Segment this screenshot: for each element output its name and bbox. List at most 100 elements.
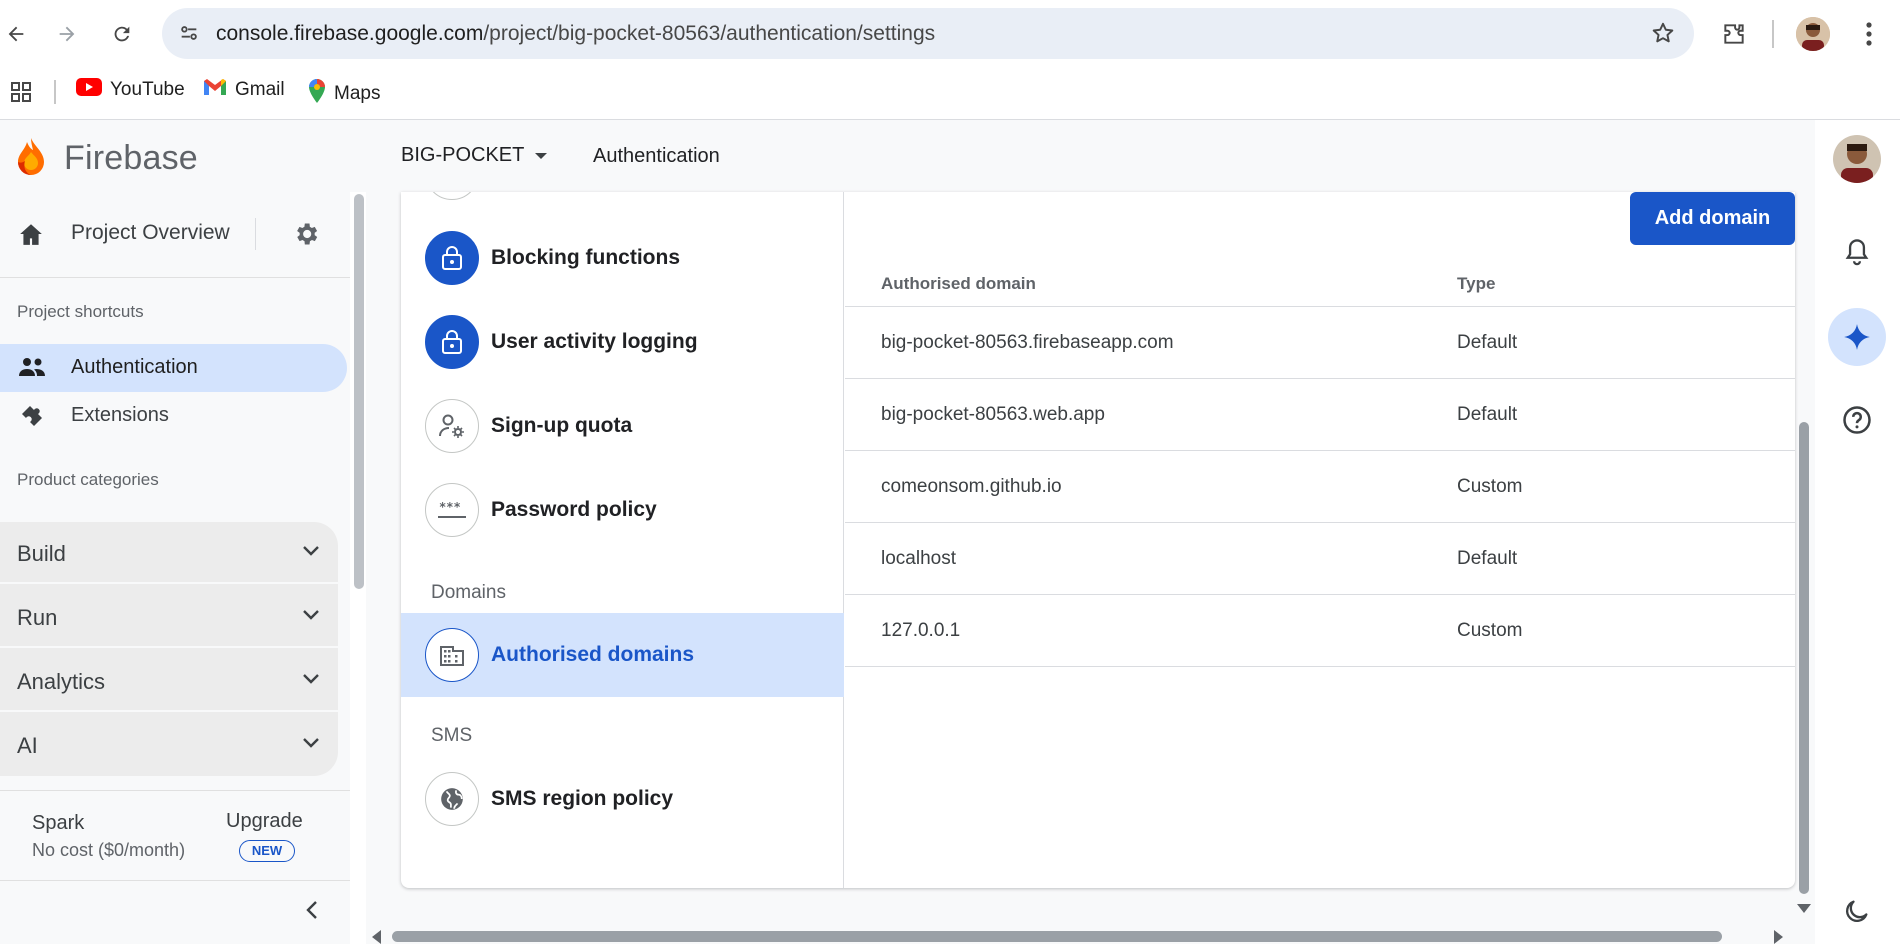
project-name: BIG-POCKET [401,144,525,166]
gear-icon[interactable] [292,220,320,253]
profile-avatar[interactable] [1796,17,1830,51]
bookmark-label: Gmail [235,79,285,100]
table-bottom-border [845,666,1795,667]
extensions-icon [18,404,46,437]
project-overview-link[interactable]: Project Overview [71,221,230,245]
category-ai[interactable]: AI [0,714,338,776]
sidebar-item-label: Extensions [71,404,169,426]
nav-item-label: Password policy [491,498,657,521]
account-avatar[interactable] [1833,135,1881,183]
dark-mode-moon-icon[interactable] [1828,882,1886,940]
category-run[interactable]: Run [0,586,338,648]
product-categories: Build Run Analytics AI [0,522,338,776]
nav-item-label: SMS region policy [491,787,674,810]
category-label: Analytics [17,669,106,694]
chevron-down-icon [302,736,320,754]
table-row[interactable]: localhost Default [845,522,1795,594]
scroll-right-arrow[interactable] [1774,930,1783,944]
bell-icon[interactable] [1828,223,1886,281]
type-cell: Default [1457,332,1518,353]
youtube-icon [76,78,102,102]
chevron-down-icon [302,544,320,562]
type-cell: Default [1457,548,1518,569]
lock-icon [425,231,479,285]
table-row[interactable]: big-pocket-80563.firebaseapp.com Default [845,306,1795,378]
horizontal-scrollbar-thumb[interactable] [392,931,1722,942]
right-rail [1815,120,1900,944]
sidebar: Project Overview Project shortcuts Authe… [0,192,350,944]
nav-item-sms-region-policy[interactable]: SMS region policy [401,757,844,841]
main-scrollbar-thumb[interactable] [1799,422,1809,894]
overview-divider [255,218,256,250]
category-label: Run [17,605,58,630]
site-info-icon[interactable] [176,20,202,46]
globe-icon [425,772,479,826]
nav-item-label: Sign-up quota [491,414,633,437]
bookmarks-bar: YouTube Gmail Maps [0,68,1900,120]
horizontal-scrollbar[interactable] [366,926,1797,944]
extensions-puzzle-icon[interactable] [1716,16,1752,52]
category-build[interactable]: Build [0,522,338,584]
toolbar-divider [1772,20,1774,48]
sidebar-scrollbar[interactable] [352,192,366,944]
nav-item-label: User activity logging [491,330,698,353]
scroll-left-arrow[interactable] [372,930,381,944]
plan-divider [0,790,350,791]
url-text: console.firebase.google.com/project/big-… [216,22,935,46]
address-bar[interactable]: console.firebase.google.com/project/big-… [162,8,1694,59]
help-icon[interactable] [1828,391,1886,449]
bookmark-label: YouTube [110,79,185,100]
bookmark-maps[interactable]: Maps [308,78,380,110]
add-domain-button[interactable]: Add domain [1630,192,1795,245]
user-settings-icon [425,399,479,453]
nav-item-user-activity-logging[interactable]: User activity logging [401,300,844,384]
sidebar-item-extensions[interactable]: Extensions [0,392,347,440]
sidebar-scrollbar-thumb[interactable] [354,194,364,589]
project-switcher[interactable]: BIG-POCKET [401,144,548,167]
svg-text:***: *** [439,500,461,514]
back-icon[interactable] [0,18,32,50]
domain-cell: big-pocket-80563.web.app [881,404,1105,425]
domain-cell: 127.0.0.1 [881,620,961,641]
collapse-sidebar-icon[interactable] [302,898,322,927]
bookmark-youtube[interactable]: YouTube [76,78,185,102]
main-scrollbar[interactable] [1797,192,1811,913]
nav-item-label: Blocking functions [491,246,680,269]
domain-cell: comeonsom.github.io [881,476,1062,497]
forward-icon[interactable] [51,18,83,50]
bookmark-star-icon[interactable] [1650,20,1676,51]
gemini-sparkle-icon[interactable] [1828,308,1886,366]
category-label: AI [17,733,38,758]
caret-down-icon [534,144,548,167]
password-icon: *** [425,483,479,537]
firebase-wordmark: Firebase [64,139,198,177]
kebab-menu-icon[interactable] [1851,16,1887,52]
table-row[interactable]: big-pocket-80563.web.app Default [845,378,1795,450]
nav-item-blocking-functions[interactable]: Blocking functions [401,216,844,300]
table-row[interactable]: comeonsom.github.io Custom [845,450,1795,522]
category-label: Build [17,541,66,566]
table-row[interactable]: 127.0.0.1 Custom [845,594,1795,666]
chevron-down-icon [302,608,320,626]
categories-caption: Product categories [17,470,159,489]
bookmark-gmail[interactable]: Gmail [203,78,285,102]
home-icon[interactable] [18,222,44,251]
firebase-logo[interactable]: Firebase [16,136,198,181]
nav-item-authorised-domains[interactable]: Authorised domains [401,613,844,697]
plan-name: Spark [32,812,85,834]
upgrade-link[interactable]: Upgrade [226,810,303,833]
sidebar-item-authentication[interactable]: Authentication [0,344,347,392]
nav-item-sign-up-quota[interactable]: Sign-up quota [401,384,844,468]
maps-icon [308,78,326,110]
sidebar-bottom-divider [0,880,350,881]
new-badge: NEW [239,840,295,862]
reload-icon[interactable] [106,18,138,50]
firebase-flame-icon [16,136,46,181]
domains-caption: Domains [431,582,506,603]
lock-icon [425,315,479,369]
nav-item-password-policy[interactable]: *** Password policy [401,468,844,552]
scroll-down-arrow[interactable] [1797,904,1811,913]
category-analytics[interactable]: Analytics [0,650,338,712]
people-icon [18,356,46,383]
apps-grid-icon[interactable] [9,80,33,109]
